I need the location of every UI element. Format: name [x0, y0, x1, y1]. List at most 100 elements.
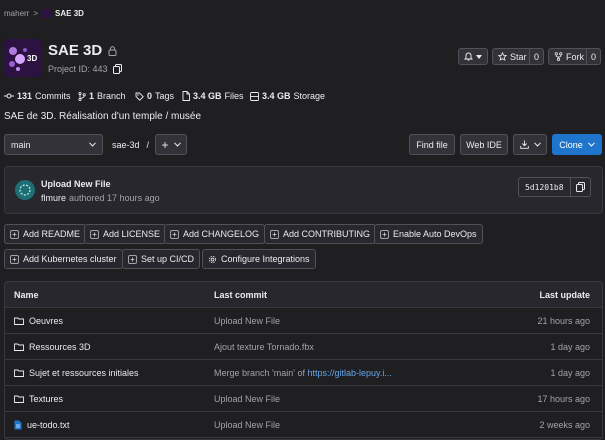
table-row[interactable]: Oeuvres Upload New File 21 hours ago [5, 308, 602, 334]
project-avatar-label: 3D [27, 54, 38, 63]
folder-icon [14, 343, 24, 351]
table-row[interactable]: Sujet et ressources initiales Merge bran… [5, 360, 602, 386]
row-name-cell[interactable]: Ressources 3D [14, 334, 91, 359]
commit-author[interactable]: flmure [41, 193, 66, 203]
row-name: Sujet et ressources initiales [29, 367, 139, 378]
stat-files-label: Files [224, 91, 244, 101]
row-last-update: 1 day ago [550, 341, 590, 352]
add-kubernetes-cluster-label: Add Kubernetes cluster [23, 254, 117, 264]
breadcrumb-project[interactable]: SAE 3D [55, 9, 84, 18]
add-kubernetes-cluster-button[interactable]: + Add Kubernetes cluster [4, 249, 123, 269]
find-file-button[interactable]: Find file [409, 134, 455, 155]
copy-sha-button[interactable] [570, 177, 591, 197]
table-row[interactable]: ue-todo.txt Upload New File 2 weeks ago [5, 412, 602, 438]
column-last-commit: Last commit [214, 289, 268, 300]
commit-icon [4, 93, 14, 99]
fork-icon [554, 52, 563, 61]
stat-tags[interactable]: 0 Tags [135, 91, 174, 101]
notifications-dropdown[interactable] [458, 48, 488, 65]
file-icon [182, 91, 190, 101]
stat-commits[interactable]: 131 Commits [4, 91, 71, 101]
star-button[interactable]: Star 0 [492, 48, 544, 65]
gear-icon [208, 255, 217, 263]
project-id: Project ID: 443 [48, 64, 108, 74]
commit-message[interactable]: Upload New File [41, 179, 111, 189]
author-avatar[interactable] [15, 180, 35, 200]
row-last-commit[interactable]: Ajout texture Tornado.fbx [214, 334, 314, 359]
add-dropdown[interactable]: + [155, 134, 187, 155]
table-header: Name Last commit Last update [5, 282, 602, 308]
row-last-update: 21 hours ago [537, 315, 590, 326]
add-readme-label: Add README [23, 229, 81, 239]
stat-storage-label: Storage [293, 91, 326, 101]
plus-icon: + [128, 254, 137, 264]
stat-files-value: 3.4 GB [193, 91, 222, 101]
commit-time: authored 17 hours ago [69, 193, 160, 203]
configure-integrations-button[interactable]: Configure Integrations [202, 249, 316, 269]
stat-branches-value: 1 [89, 91, 95, 101]
chevron-down-icon [476, 54, 482, 59]
fork-count: 0 [586, 49, 600, 64]
path-breadcrumb: sae-3d / [112, 134, 149, 155]
row-last-commit-link[interactable]: https://gitlab-lepuy.i... [307, 368, 391, 378]
branch-icon [78, 91, 86, 101]
row-last-commit[interactable]: Upload New File [214, 412, 280, 437]
add-license-button[interactable]: + Add LICENSE [84, 224, 167, 244]
breadcrumb: maherr > SAE 3D [4, 9, 84, 18]
chevron-down-icon [533, 142, 541, 147]
row-name: Textures [29, 393, 64, 404]
breadcrumb-user[interactable]: maherr [4, 9, 29, 18]
configure-integrations-label: Configure Integrations [221, 254, 310, 264]
stat-storage-value: 3.4 GB [262, 91, 291, 101]
breadcrumb-project-avatar-icon [42, 9, 52, 18]
table-row[interactable]: Textures Upload New File 17 hours ago [5, 386, 602, 412]
row-name-cell[interactable]: Sujet et ressources initiales [14, 360, 139, 385]
column-last-update: Last update [539, 289, 590, 300]
chevron-down-icon [89, 142, 96, 147]
commit-meta: flmure authored 17 hours ago [41, 193, 160, 203]
bell-icon [464, 52, 473, 61]
file-tree-table: Name Last commit Last update Oeuvres Upl… [4, 281, 603, 440]
clone-dropdown[interactable]: Clone [552, 134, 602, 155]
clone-label: Clone [559, 139, 583, 150]
row-last-commit-cell: Merge branch 'main' of https://gitlab-le… [214, 360, 392, 385]
row-last-commit[interactable]: Upload New File [214, 386, 280, 411]
chevron-down-icon [587, 142, 595, 147]
row-name-cell[interactable]: ue-todo.txt [14, 412, 70, 437]
stat-branches[interactable]: 1 Branch [78, 91, 126, 101]
stat-files[interactable]: 3.4 GB Files [182, 91, 244, 101]
row-name-cell[interactable]: Textures [14, 386, 63, 411]
web-ide-button[interactable]: Web IDE [460, 134, 508, 155]
plus-icon: + [161, 137, 169, 152]
project-title-row: SAE 3D [48, 42, 117, 59]
copy-icon[interactable] [112, 64, 122, 74]
add-contributing-label: Add CONTRIBUTING [283, 229, 371, 239]
branch-selector-label: main [11, 139, 31, 150]
path-root[interactable]: sae-3d [112, 140, 140, 150]
storage-icon [250, 91, 259, 101]
stat-tags-value: 0 [147, 91, 153, 101]
add-contributing-button[interactable]: + Add CONTRIBUTING [264, 224, 377, 244]
row-last-update: 2 weeks ago [539, 419, 590, 430]
star-count: 0 [529, 49, 543, 64]
fork-button[interactable]: Fork 0 [548, 48, 601, 65]
last-commit-panel: Upload New File flmure authored 17 hours… [4, 166, 603, 214]
add-license-label: Add LICENSE [103, 229, 161, 239]
row-last-commit[interactable]: Upload New File [214, 308, 280, 333]
stat-storage[interactable]: 3.4 GB Storage [250, 91, 325, 101]
add-changelog-button[interactable]: + Add CHANGELOG [164, 224, 266, 244]
row-name-cell[interactable]: Oeuvres [14, 308, 63, 333]
star-icon [498, 52, 507, 61]
set-up-ci-cd-button[interactable]: + Set up CI/CD [122, 249, 201, 269]
add-readme-button[interactable]: + Add README [4, 224, 87, 244]
row-last-commit[interactable]: Merge branch 'main' of [214, 368, 307, 378]
add-changelog-label: Add CHANGELOG [183, 229, 260, 239]
enable-auto-devops-button[interactable]: + Enable Auto DevOps [374, 224, 483, 244]
download-dropdown[interactable] [513, 134, 547, 155]
table-row[interactable]: Ressources 3D Ajout texture Tornado.fbx … [5, 334, 602, 360]
commit-sha[interactable]: 5d1201b8 [518, 177, 571, 197]
star-label: Star [510, 51, 527, 62]
branch-selector[interactable]: main [4, 134, 103, 155]
copy-icon [575, 182, 585, 192]
folder-icon [14, 317, 24, 325]
